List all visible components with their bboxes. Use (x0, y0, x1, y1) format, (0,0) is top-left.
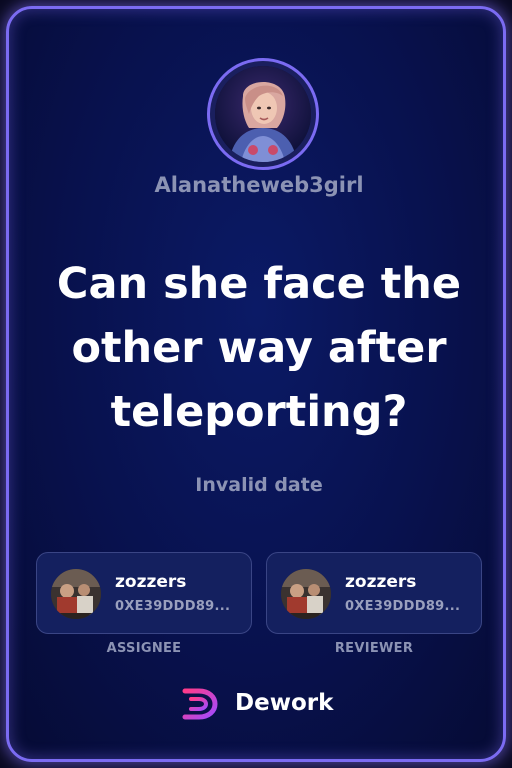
assignee-address: 0XE39DDD89... (115, 599, 231, 614)
brand-footer[interactable]: Dework (181, 685, 341, 725)
reviewer-name: zozzers (345, 572, 417, 592)
task-card: Alanatheweb3girl Can she face the other … (6, 6, 506, 762)
creator-avatar-image (215, 66, 311, 162)
assignee-name: zozzers (115, 572, 187, 592)
reviewer-role-label: REVIEWER (334, 641, 414, 656)
reviewer-card[interactable]: zozzers 0XE39DDD89... (266, 552, 482, 634)
creator-avatar[interactable] (207, 58, 319, 170)
task-title: Can she face the other way after telepor… (56, 259, 462, 437)
creator-username[interactable]: Alanatheweb3girl (3, 173, 512, 197)
task-date: Invalid date (195, 474, 323, 496)
reviewer-avatar (281, 569, 331, 619)
reviewer-address: 0XE39DDD89... (345, 599, 461, 614)
brand-name: Dework (235, 690, 334, 716)
assignee-card[interactable]: zozzers 0XE39DDD89... (36, 552, 252, 634)
dework-logo-icon (182, 688, 218, 720)
assignee-avatar (51, 569, 101, 619)
assignee-role-label: ASSIGNEE (106, 641, 182, 656)
